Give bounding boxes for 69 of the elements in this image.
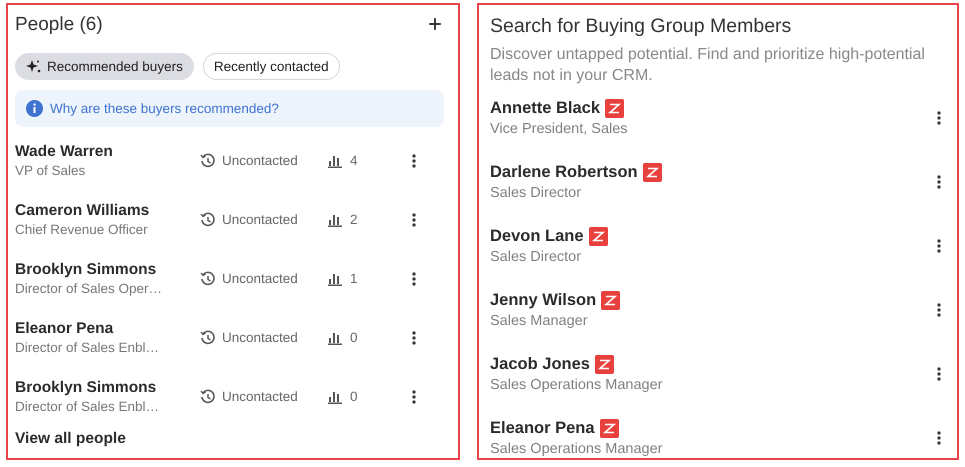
source-badge-icon (600, 419, 619, 438)
view-all-link[interactable]: View all people (15, 430, 126, 448)
history-icon (200, 212, 216, 228)
filter-tab[interactable]: Recently contacted (202, 53, 340, 80)
person-title: Director of Sales Enbl… (15, 399, 160, 414)
person-name: Brooklyn Simmons (15, 379, 158, 397)
add-button[interactable]: + (426, 13, 444, 37)
more-icon[interactable] (412, 272, 416, 286)
source-badge-icon (601, 291, 620, 310)
member-title: Sales Operations Manager (490, 441, 662, 457)
member-title: Sales Manager (490, 313, 589, 329)
member-title: Sales Director (490, 249, 582, 265)
bar-chart-icon (328, 390, 343, 404)
member-name: Eleanor Pena (490, 419, 595, 438)
member-name: Darlene Robertson (490, 163, 638, 182)
contact-status: Uncontacted (222, 389, 298, 404)
more-icon[interactable] (937, 367, 941, 381)
person-title: Director of Sales Oper… (15, 281, 164, 296)
info-link[interactable]: Why are these buyers recommended? (50, 101, 279, 116)
filter-tab[interactable]: Recommended buyers (15, 53, 194, 80)
member-title: Vice President, Sales (490, 121, 628, 137)
history-icon (200, 388, 216, 404)
history-icon (200, 270, 216, 286)
bar-chart-icon (328, 330, 343, 344)
history-icon (200, 152, 216, 168)
source-badge-icon (588, 227, 608, 246)
person-name: Wade Warren (15, 143, 114, 161)
contact-status: Uncontacted (222, 330, 298, 345)
contact-status: Uncontacted (222, 153, 298, 168)
history-icon (200, 330, 216, 346)
contact-status: Uncontacted (222, 212, 298, 227)
person-name: Brooklyn Simmons (15, 261, 158, 279)
member-name: Jacob Jones (490, 355, 590, 374)
panel-title: People (6) (15, 14, 103, 36)
source-badge-icon (605, 99, 624, 118)
engagement-score: 0 (350, 330, 358, 345)
member-name: Annette Black (490, 99, 600, 118)
info-icon (26, 100, 43, 117)
more-icon[interactable] (412, 154, 416, 168)
more-icon[interactable] (412, 212, 416, 226)
more-icon[interactable] (937, 239, 941, 253)
bar-chart-icon (328, 212, 343, 226)
engagement-score: 2 (350, 212, 358, 227)
more-icon[interactable] (412, 390, 416, 404)
person-title: Director of Sales Enbl… (15, 340, 160, 355)
panel-title: Search for Buying Group Members (490, 15, 792, 38)
bar-chart-icon (328, 154, 343, 168)
more-icon[interactable] (937, 175, 941, 189)
engagement-score: 1 (350, 271, 358, 286)
contact-status: Uncontacted (222, 271, 298, 286)
person-title: VP of Sales (15, 163, 86, 178)
engagement-score: 0 (350, 389, 358, 404)
member-title: Sales Director (490, 185, 582, 201)
source-badge-icon (642, 163, 662, 182)
engagement-score: 4 (350, 153, 358, 168)
more-icon[interactable] (937, 111, 941, 125)
more-icon[interactable] (937, 431, 941, 445)
member-name: Devon Lane (490, 227, 584, 246)
more-icon[interactable] (937, 303, 941, 317)
person-name: Eleanor Pena (15, 320, 114, 338)
bar-chart-icon (328, 272, 343, 286)
sparkle-icon (26, 59, 41, 74)
member-title: Sales Operations Manager (490, 377, 662, 393)
member-name: Jenny Wilson (490, 291, 596, 310)
more-icon[interactable] (412, 330, 416, 344)
person-title: Chief Revenue Officer (15, 222, 149, 237)
person-name: Cameron Williams (15, 202, 150, 220)
source-badge-icon (594, 355, 614, 374)
panel-description: Discover untapped potential. Find and prioritize high-potential leads not in your CRM. (490, 45, 926, 86)
